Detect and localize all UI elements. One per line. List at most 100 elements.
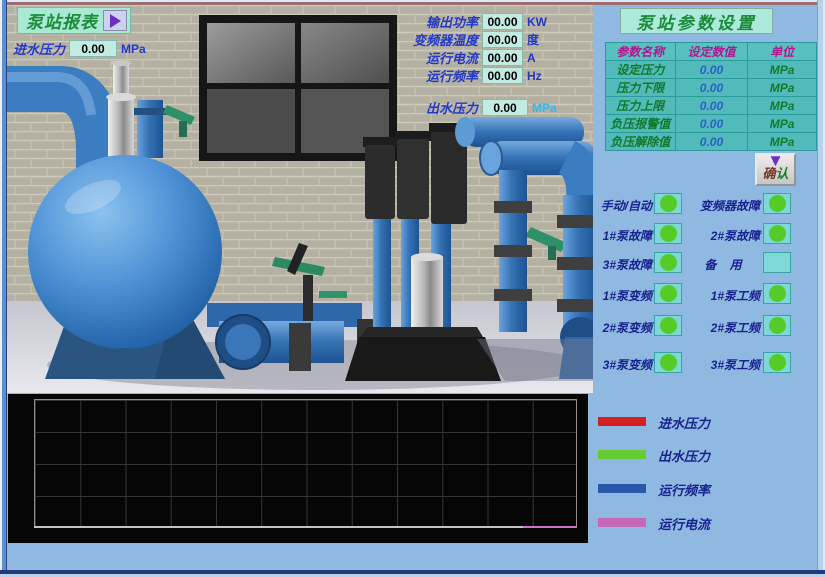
settings-panel-title-box: 泵站参数设置 — [620, 8, 773, 34]
legend-label-running-frequency: 运行频率 — [658, 480, 710, 499]
indicator-label-manual-auto: 手动/自动 — [588, 197, 652, 214]
lamp-circle — [660, 254, 677, 271]
legend-label-running-current: 运行电流 — [658, 514, 710, 533]
indicator-label-spare: 备 用 — [686, 256, 760, 273]
col-header-param-name: 参数名称 — [606, 43, 676, 61]
indicator-lamp-pump1-fault — [654, 223, 682, 244]
settings-panel-title: 泵站参数设置 — [637, 9, 757, 34]
param-name: 负压解除值 — [606, 133, 676, 151]
param-value[interactable]: 0.00 — [675, 79, 748, 97]
param-value[interactable]: 0.00 — [675, 61, 748, 79]
table-row: 压力下限 0.00 MPa — [606, 79, 817, 97]
outlet-pressure-unit: MPa — [532, 101, 557, 115]
indicator-lamp-pump2-vfd — [654, 315, 682, 336]
play-icon[interactable] — [103, 10, 127, 31]
indicator-lamp-pump3-fault — [654, 252, 682, 273]
play-triangle — [110, 14, 121, 28]
indicator-label-pump2-fault: 2#泵故障 — [686, 227, 760, 244]
running-frequency-unit: Hz — [527, 69, 542, 83]
indicator-lamp-inverter-fault — [763, 193, 791, 214]
indicator-label-pump3-mains: 3#泵工频 — [686, 356, 760, 373]
param-name: 设定压力 — [606, 61, 676, 79]
lamp-circle — [769, 195, 786, 212]
trend-chart — [8, 394, 588, 543]
table-row: 负压报警值 0.00 MPa — [606, 115, 817, 133]
indicator-label-pump3-fault: 3#泵故障 — [588, 256, 652, 273]
confirm-button-label: 确认 — [762, 166, 788, 181]
param-value[interactable]: 0.00 — [675, 97, 748, 115]
param-name: 压力上限 — [606, 97, 676, 115]
output-power-value[interactable]: 00.00 — [482, 13, 523, 30]
inlet-pressure-value[interactable]: 0.00 — [69, 40, 117, 57]
param-value[interactable]: 0.00 — [675, 115, 748, 133]
running-current-unit: A — [527, 51, 536, 65]
trend-chart-bottom-axis — [34, 526, 524, 528]
lamp-circle — [660, 225, 677, 242]
lamp-circle — [769, 254, 786, 271]
outlet-pressure-value[interactable]: 0.00 — [482, 99, 528, 116]
indicator-label-pump2-vfd: 2#泵变频 — [588, 319, 652, 336]
inlet-pressure-unit: MPa — [121, 42, 146, 56]
frame-right — [817, 0, 825, 577]
param-name: 负压报警值 — [606, 115, 676, 133]
legend-label-inlet-pressure: 进水压力 — [658, 413, 710, 432]
report-button-label: 泵站报表 — [26, 8, 98, 33]
indicator-lamp-pump2-mains — [763, 315, 791, 336]
output-power-unit: KW — [527, 15, 547, 29]
lamp-circle — [660, 285, 677, 302]
trend-chart-plot-area — [34, 399, 577, 527]
inlet-pressure-label: 进水压力 — [13, 39, 65, 58]
indicator-lamp-pump1-mains — [763, 283, 791, 304]
legend-swatch-running-current — [598, 518, 646, 527]
inlet-pressure-row: 进水压力 0.00 MPa — [13, 39, 146, 58]
lamp-circle — [769, 285, 786, 302]
inverter-temp-row: 变频器温度 00.00 度 — [396, 30, 539, 49]
running-frequency-row: 运行频率 00.00 Hz — [396, 66, 542, 85]
indicator-label-inverter-fault: 变频器故障 — [686, 197, 760, 214]
output-power-label: 输出功率 — [396, 12, 478, 31]
legend-label-outlet-pressure: 出水压力 — [658, 446, 710, 465]
indicator-lamp-pump1-vfd — [654, 283, 682, 304]
indicator-lamp-pump3-vfd — [654, 352, 682, 373]
running-current-value[interactable]: 00.00 — [482, 49, 523, 66]
report-button[interactable]: 泵站报表 — [17, 7, 131, 34]
running-current-row: 运行电流 00.00 A — [396, 48, 536, 67]
param-value[interactable]: 0.00 — [675, 133, 748, 151]
legend-swatch-running-frequency — [598, 484, 646, 493]
parameter-table-header-row: 参数名称 设定数值 单位 — [606, 43, 817, 61]
indicator-label-pump1-vfd: 1#泵变频 — [588, 287, 652, 304]
lamp-circle — [660, 317, 677, 334]
lamp-circle — [660, 195, 677, 212]
hmi-screen: 泵站报表 进水压力 0.00 MPa 输出功率 00.00 KW 变频器温度 0… — [0, 0, 825, 577]
frame-left — [0, 0, 7, 577]
inverter-temp-unit: 度 — [527, 31, 539, 48]
lamp-circle — [769, 317, 786, 334]
param-name: 压力下限 — [606, 79, 676, 97]
indicator-label-pump3-vfd: 3#泵变频 — [588, 356, 652, 373]
outlet-pressure-row: 出水压力 0.00 MPa — [396, 98, 557, 117]
output-power-row: 输出功率 00.00 KW — [396, 12, 547, 31]
inverter-temp-label: 变频器温度 — [396, 30, 478, 49]
table-row: 设定压力 0.00 MPa — [606, 61, 817, 79]
frame-bottom — [0, 570, 825, 577]
legend-swatch-outlet-pressure — [598, 450, 646, 459]
indicator-lamp-spare — [763, 252, 791, 273]
param-unit: MPa — [748, 133, 817, 151]
parameter-table: 参数名称 设定数值 单位 设定压力 0.00 MPa 压力下限 0.00 MPa… — [605, 42, 817, 151]
indicator-label-pump1-mains: 1#泵工频 — [686, 287, 760, 304]
running-frequency-value[interactable]: 00.00 — [482, 67, 523, 84]
lamp-circle — [660, 354, 677, 371]
param-unit: MPa — [748, 79, 817, 97]
table-row: 负压解除值 0.00 MPa — [606, 133, 817, 151]
running-current-label: 运行电流 — [396, 48, 478, 67]
inverter-temp-value[interactable]: 00.00 — [482, 31, 523, 48]
confirm-button[interactable]: ▼ 确认 — [755, 153, 796, 186]
indicator-lamp-manual-auto — [654, 193, 682, 214]
indicator-label-pump2-mains: 2#泵工频 — [686, 319, 760, 336]
indicator-lamp-pump3-mains — [763, 352, 791, 373]
indicator-label-pump1-fault: 1#泵故障 — [588, 227, 652, 244]
col-header-unit: 单位 — [748, 43, 817, 61]
running-frequency-label: 运行频率 — [396, 66, 478, 85]
legend-swatch-inlet-pressure — [598, 417, 646, 426]
param-unit: MPa — [748, 61, 817, 79]
